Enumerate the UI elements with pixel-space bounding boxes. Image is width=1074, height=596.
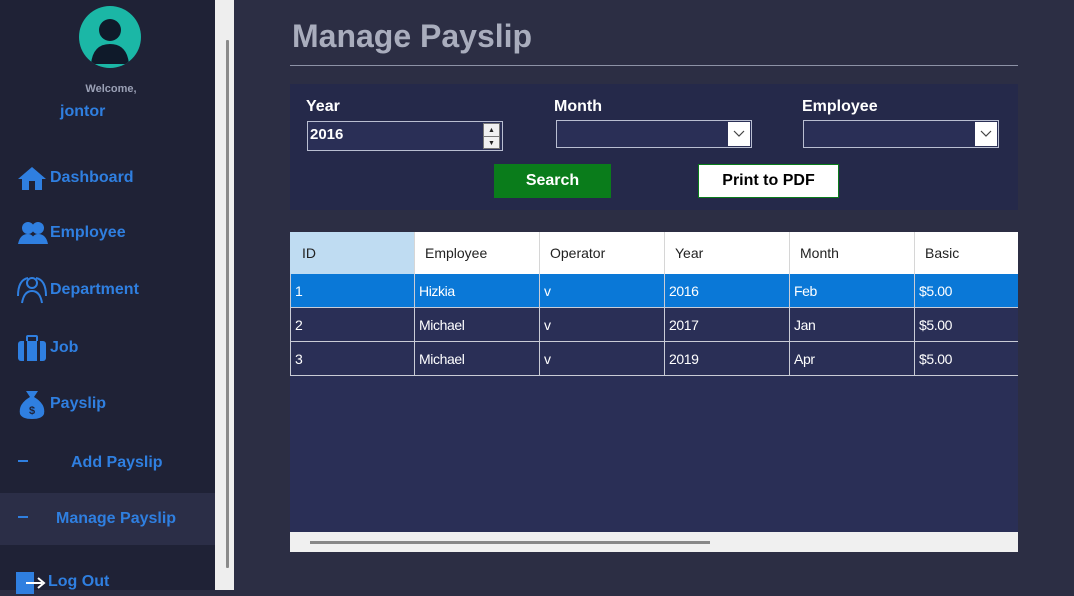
sidebar-scrollbar[interactable]	[215, 0, 234, 590]
column-header-year[interactable]: Year	[665, 232, 790, 274]
table-row[interactable]: 1 Hizkia v 2016 Feb $5.00	[290, 274, 1018, 308]
money-bag-icon: $	[16, 390, 50, 419]
cell-id[interactable]: 3	[290, 342, 415, 376]
sidebar-scroll-thumb[interactable]	[226, 40, 229, 568]
year-input[interactable]: 2016	[307, 121, 503, 151]
month-label: Month	[554, 98, 602, 115]
cell-employee[interactable]: Hizkia	[415, 274, 540, 308]
department-icon	[16, 276, 50, 304]
sidebar-item-job[interactable]: Job	[16, 334, 78, 362]
sidebar-item-label: Employee	[50, 224, 126, 241]
chevron-down-icon[interactable]	[975, 122, 997, 146]
month-select[interactable]	[556, 120, 752, 148]
sidebar-item-label: Payslip	[50, 395, 107, 412]
cell-operator[interactable]: v	[540, 308, 665, 342]
sidebar-item-add-payslip[interactable]: Add Payslip	[0, 437, 215, 489]
cell-basic[interactable]: $5.00	[915, 308, 1018, 342]
table-horizontal-scrollbar[interactable]	[290, 532, 1018, 552]
column-header-operator[interactable]: Operator	[540, 232, 665, 274]
cell-month[interactable]: Jan	[790, 308, 915, 342]
sidebar-item-label: Manage Payslip	[56, 510, 177, 527]
spin-down-icon[interactable]: ▼	[484, 137, 499, 149]
sidebar-item-manage-payslip[interactable]: Manage Payslip	[0, 493, 215, 545]
briefcase-icon	[16, 334, 50, 362]
print-pdf-button[interactable]: Print to PDF	[698, 164, 839, 198]
cell-basic[interactable]: $5.00	[915, 274, 1018, 308]
spin-up-icon[interactable]: ▲	[484, 124, 499, 137]
sidebar-item-department[interactable]: Department	[16, 276, 139, 304]
logout-button[interactable]: Log Out	[16, 568, 109, 596]
cell-employee[interactable]: Michael	[415, 308, 540, 342]
username: jontor	[60, 103, 106, 120]
column-header-month[interactable]: Month	[790, 232, 915, 274]
sidebar-item-payslip[interactable]: $ Payslip	[16, 390, 107, 419]
users-icon	[16, 219, 50, 247]
search-button[interactable]: Search	[494, 164, 611, 198]
logout-icon	[16, 568, 48, 596]
column-header-basic[interactable]: Basic	[915, 232, 1018, 274]
table-row[interactable]: 2 Michael v 2017 Jan $5.00	[290, 308, 1018, 342]
cell-id[interactable]: 1	[290, 274, 415, 308]
dash-icon	[18, 516, 28, 518]
year-stepper[interactable]: ▲ ▼	[483, 123, 500, 149]
logout-label: Log Out	[48, 573, 110, 590]
cell-month[interactable]: Feb	[790, 274, 915, 308]
sidebar-item-label: Job	[50, 339, 79, 356]
cell-basic[interactable]: $5.00	[915, 342, 1018, 376]
welcome-text: Welcome,	[85, 83, 137, 95]
cell-employee[interactable]: Michael	[415, 342, 540, 376]
page-title: Manage Payslip	[292, 18, 533, 54]
avatar	[79, 6, 141, 68]
cell-operator[interactable]: v	[540, 342, 665, 376]
sidebar-item-label: Add Payslip	[71, 454, 163, 471]
cell-year[interactable]: 2016	[665, 274, 790, 308]
column-header-id[interactable]: ID	[290, 232, 415, 274]
title-divider	[290, 65, 1018, 66]
employee-select[interactable]	[803, 120, 999, 148]
cell-id[interactable]: 2	[290, 308, 415, 342]
year-label: Year	[306, 98, 340, 115]
home-icon	[16, 164, 50, 192]
dash-icon	[18, 460, 28, 462]
svg-text:$: $	[29, 405, 35, 417]
chevron-down-icon[interactable]	[728, 122, 750, 146]
sidebar-item-employee[interactable]: Employee	[16, 219, 126, 247]
cell-operator[interactable]: v	[540, 274, 665, 308]
table-row[interactable]: 3 Michael v 2019 Apr $5.00	[290, 342, 1018, 376]
payslip-table: ID Employee Operator Year Month Basic 1 …	[290, 232, 1018, 552]
sidebar-item-label: Department	[50, 281, 139, 298]
table-scroll-thumb[interactable]	[310, 541, 710, 544]
table-header: ID Employee Operator Year Month Basic	[290, 232, 1018, 274]
column-header-employee[interactable]: Employee	[415, 232, 540, 274]
employee-label: Employee	[802, 98, 878, 115]
cell-year[interactable]: 2017	[665, 308, 790, 342]
cell-month[interactable]: Apr	[790, 342, 915, 376]
cell-year[interactable]: 2019	[665, 342, 790, 376]
sidebar-item-dashboard[interactable]: Dashboard	[16, 164, 134, 192]
sidebar-item-label: Dashboard	[50, 169, 134, 186]
